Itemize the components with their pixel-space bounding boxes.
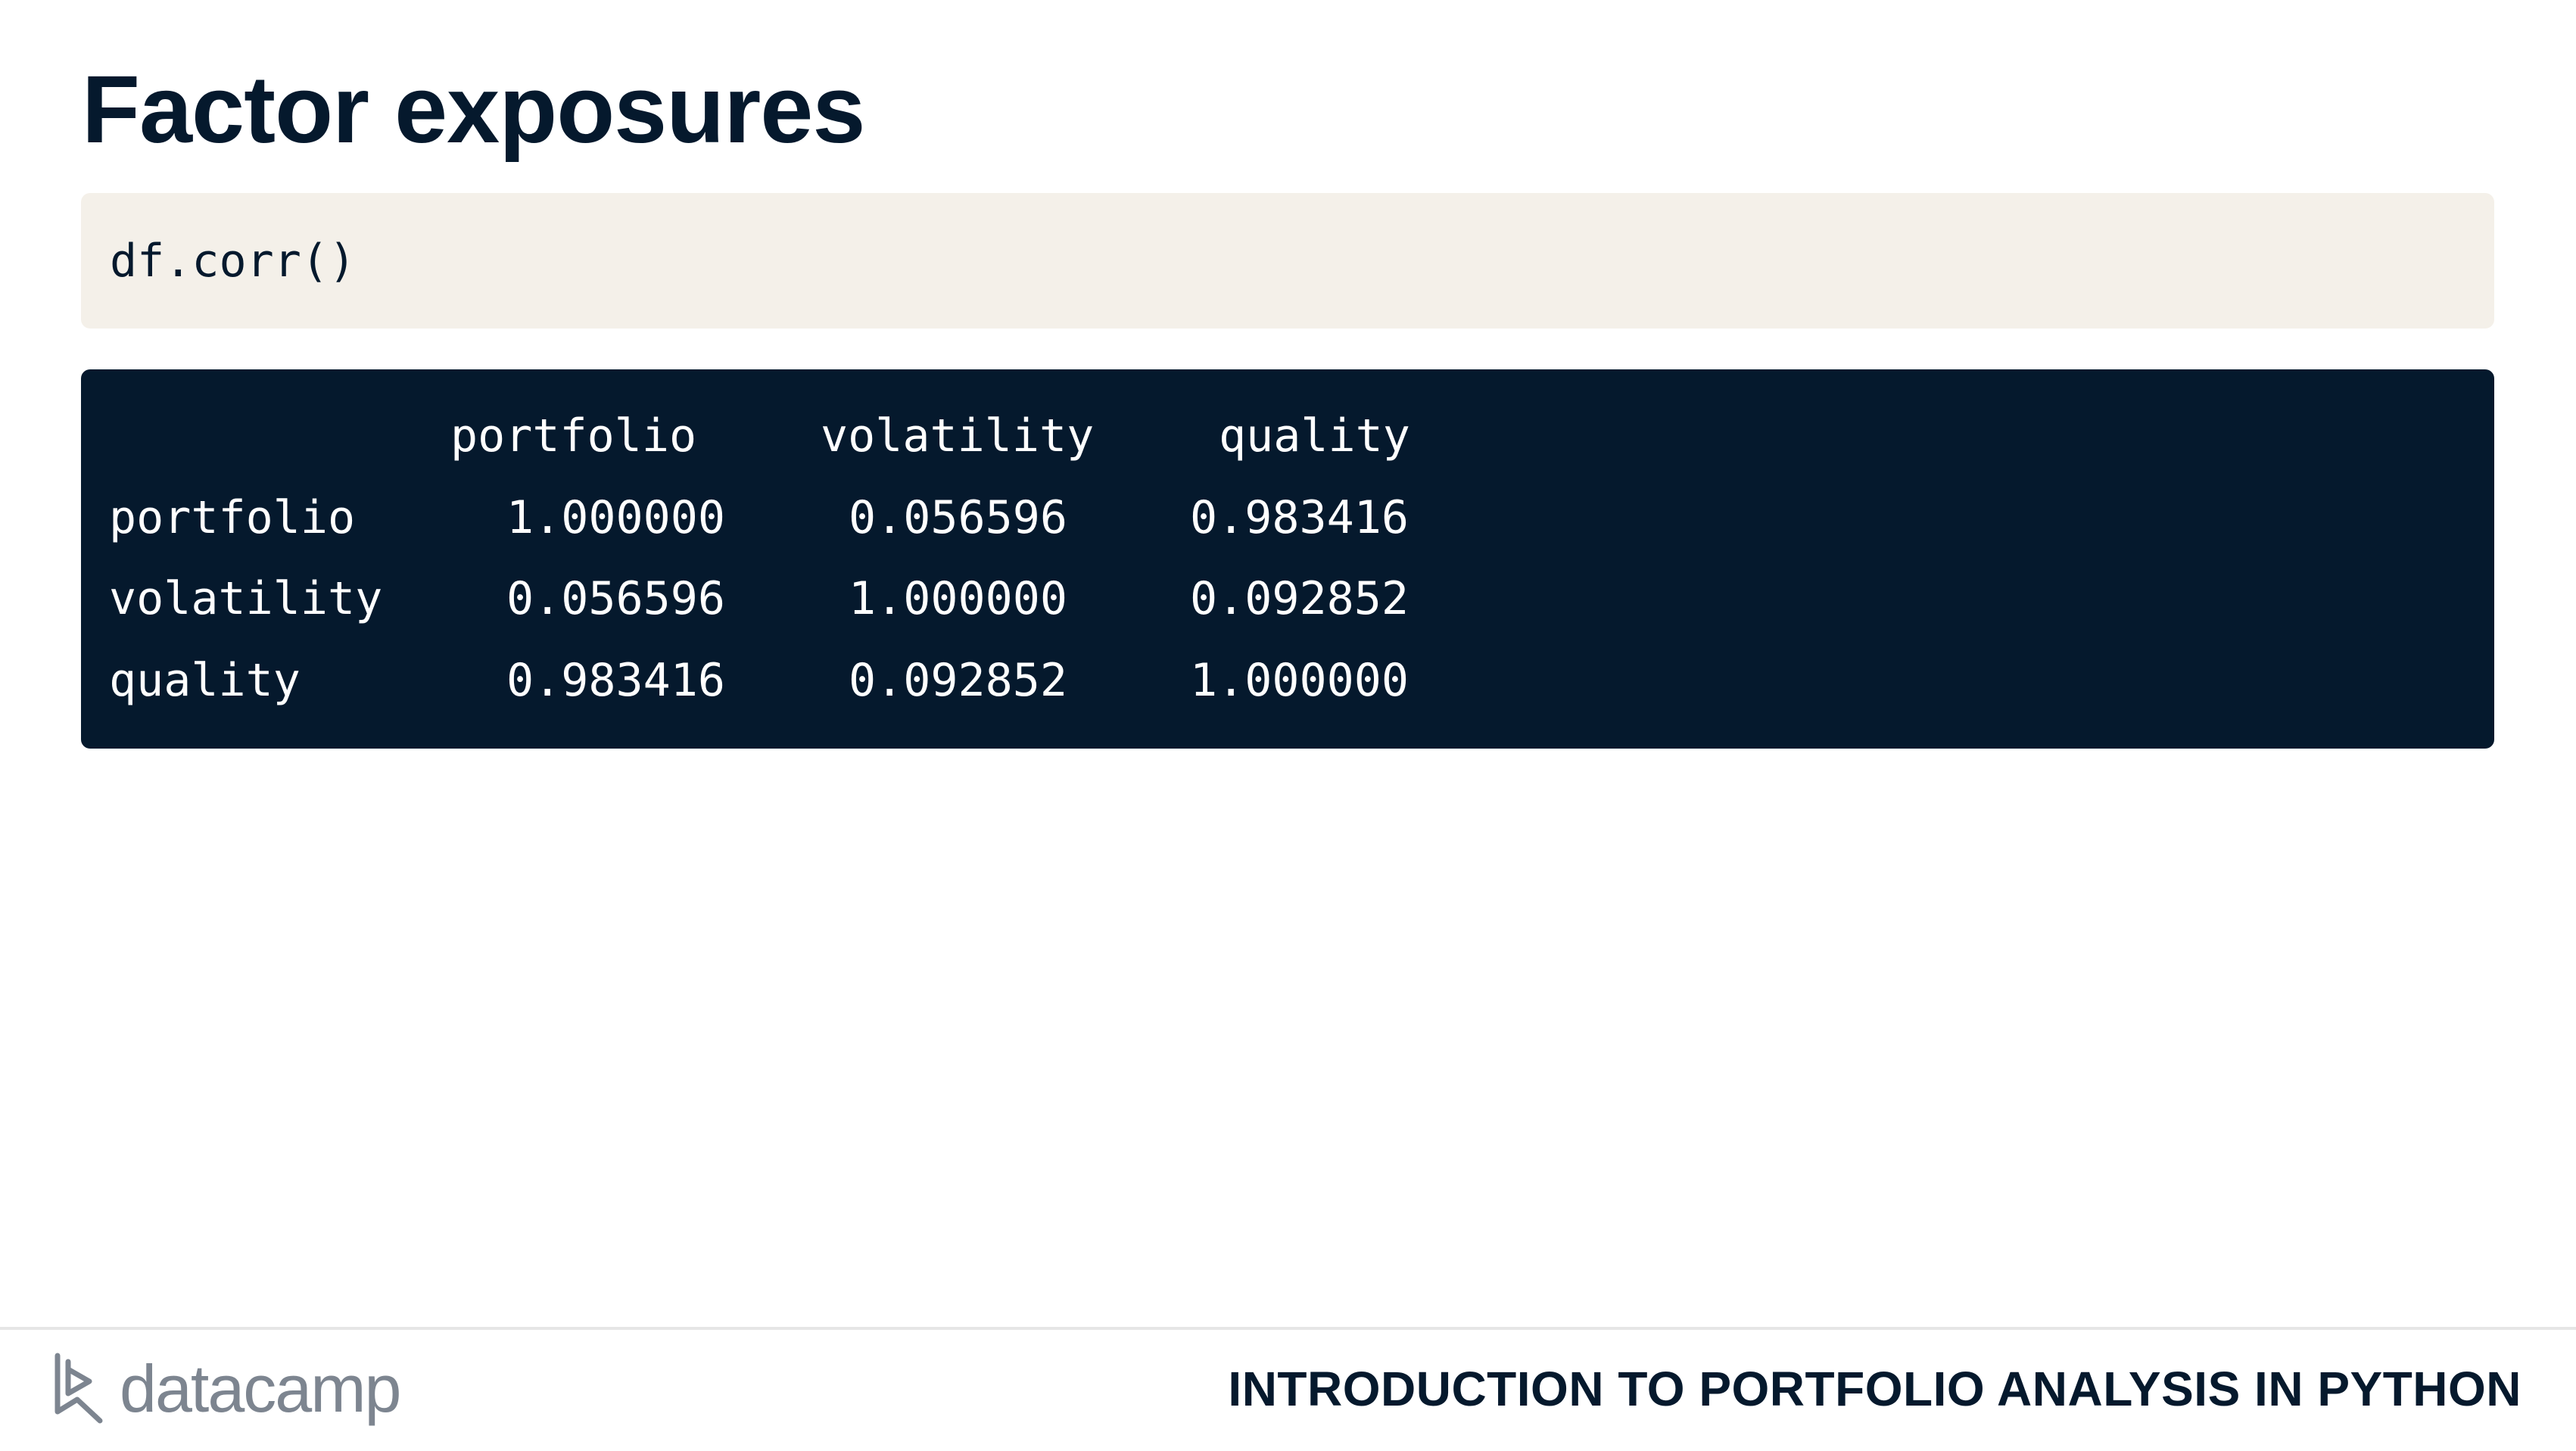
brand-logo: datacamp (51, 1351, 401, 1427)
column-header: portfolio (450, 409, 697, 462)
table-cell: 1.000000 (506, 491, 725, 544)
row-label: volatility (109, 572, 383, 625)
table-cell: 0.056596 (506, 572, 725, 625)
brand-name: datacamp (120, 1351, 401, 1426)
code-input-block: df.corr() (81, 193, 2494, 328)
datacamp-logo-icon (55, 1353, 103, 1424)
table-cell: 1.000000 (1190, 654, 1409, 707)
column-header: quality (1219, 409, 1410, 462)
code-output-block: portfolio volatility quality portfolio 1… (81, 369, 2494, 749)
table-cell: 0.056596 (849, 491, 1067, 544)
table-cell: 1.000000 (849, 572, 1067, 625)
course-title: INTRODUCTION TO PORTFOLIO ANALYSIS IN PY… (1228, 1362, 2521, 1416)
table-cell: 0.983416 (506, 654, 725, 707)
table-cell: 0.092852 (1190, 572, 1409, 625)
code-input-text: df.corr() (110, 234, 357, 288)
table-cell: 0.092852 (849, 654, 1067, 707)
table-cell: 0.983416 (1190, 491, 1409, 544)
row-label: portfolio (109, 491, 356, 544)
column-header: volatility (821, 409, 1095, 462)
footer-divider (0, 1327, 2576, 1330)
slide-title: Factor exposures (82, 56, 865, 163)
row-label: quality (109, 654, 301, 707)
